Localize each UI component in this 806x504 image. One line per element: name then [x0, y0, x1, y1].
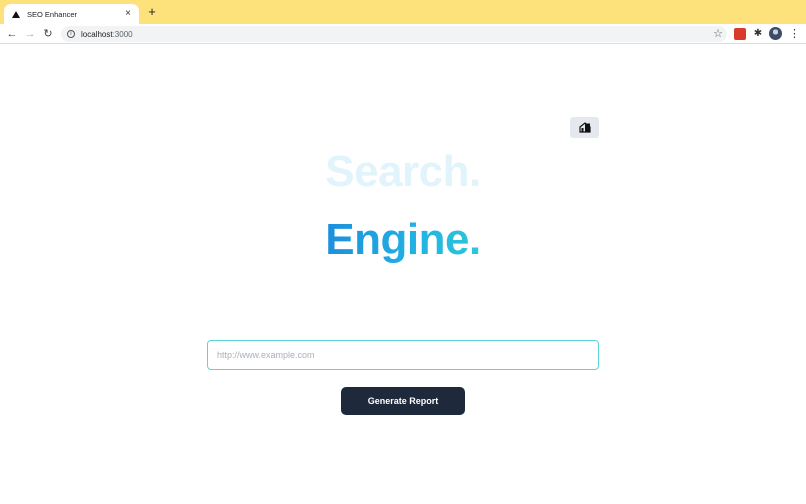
heading-engine-wrapper: Engine. [0, 212, 806, 268]
avatar[interactable] [769, 27, 782, 40]
url-port: :3000 [112, 29, 133, 39]
puzzle-icon[interactable]: ✱ [752, 27, 764, 39]
tab-seo-enhancer[interactable]: SEO Enhancer × [4, 4, 139, 24]
browser-tabstrip: SEO Enhancer × + [0, 0, 806, 24]
reload-button[interactable]: ↻ [41, 27, 55, 41]
heading-search: Search. [325, 147, 481, 196]
triangle-icon [12, 10, 20, 18]
back-button[interactable]: ← [5, 27, 19, 41]
theme-toggle-button[interactable] [570, 117, 599, 138]
generate-report-button[interactable]: Generate Report [341, 387, 465, 415]
dark-mode-house-icon [578, 122, 591, 133]
kebab-menu-icon[interactable]: ⋮ [789, 27, 800, 41]
info-icon[interactable]: i [67, 30, 75, 38]
heading-engine: Engine. [325, 215, 481, 264]
extension-icon[interactable] [734, 28, 746, 40]
close-icon[interactable]: × [123, 9, 133, 19]
new-tab-button[interactable]: + [146, 5, 158, 18]
url-input[interactable] [207, 340, 599, 370]
bookmark-star-icon[interactable]: ☆ [713, 27, 723, 41]
url-host: localhost [81, 29, 113, 39]
address-bar[interactable]: i localhost:3000 ☆ [61, 26, 727, 42]
tab-title: SEO Enhancer [27, 9, 78, 19]
browser-toolbar: ← → ↻ i localhost:3000 ☆ ✱ ⋮ [0, 24, 806, 44]
forward-button[interactable]: → [23, 27, 37, 41]
